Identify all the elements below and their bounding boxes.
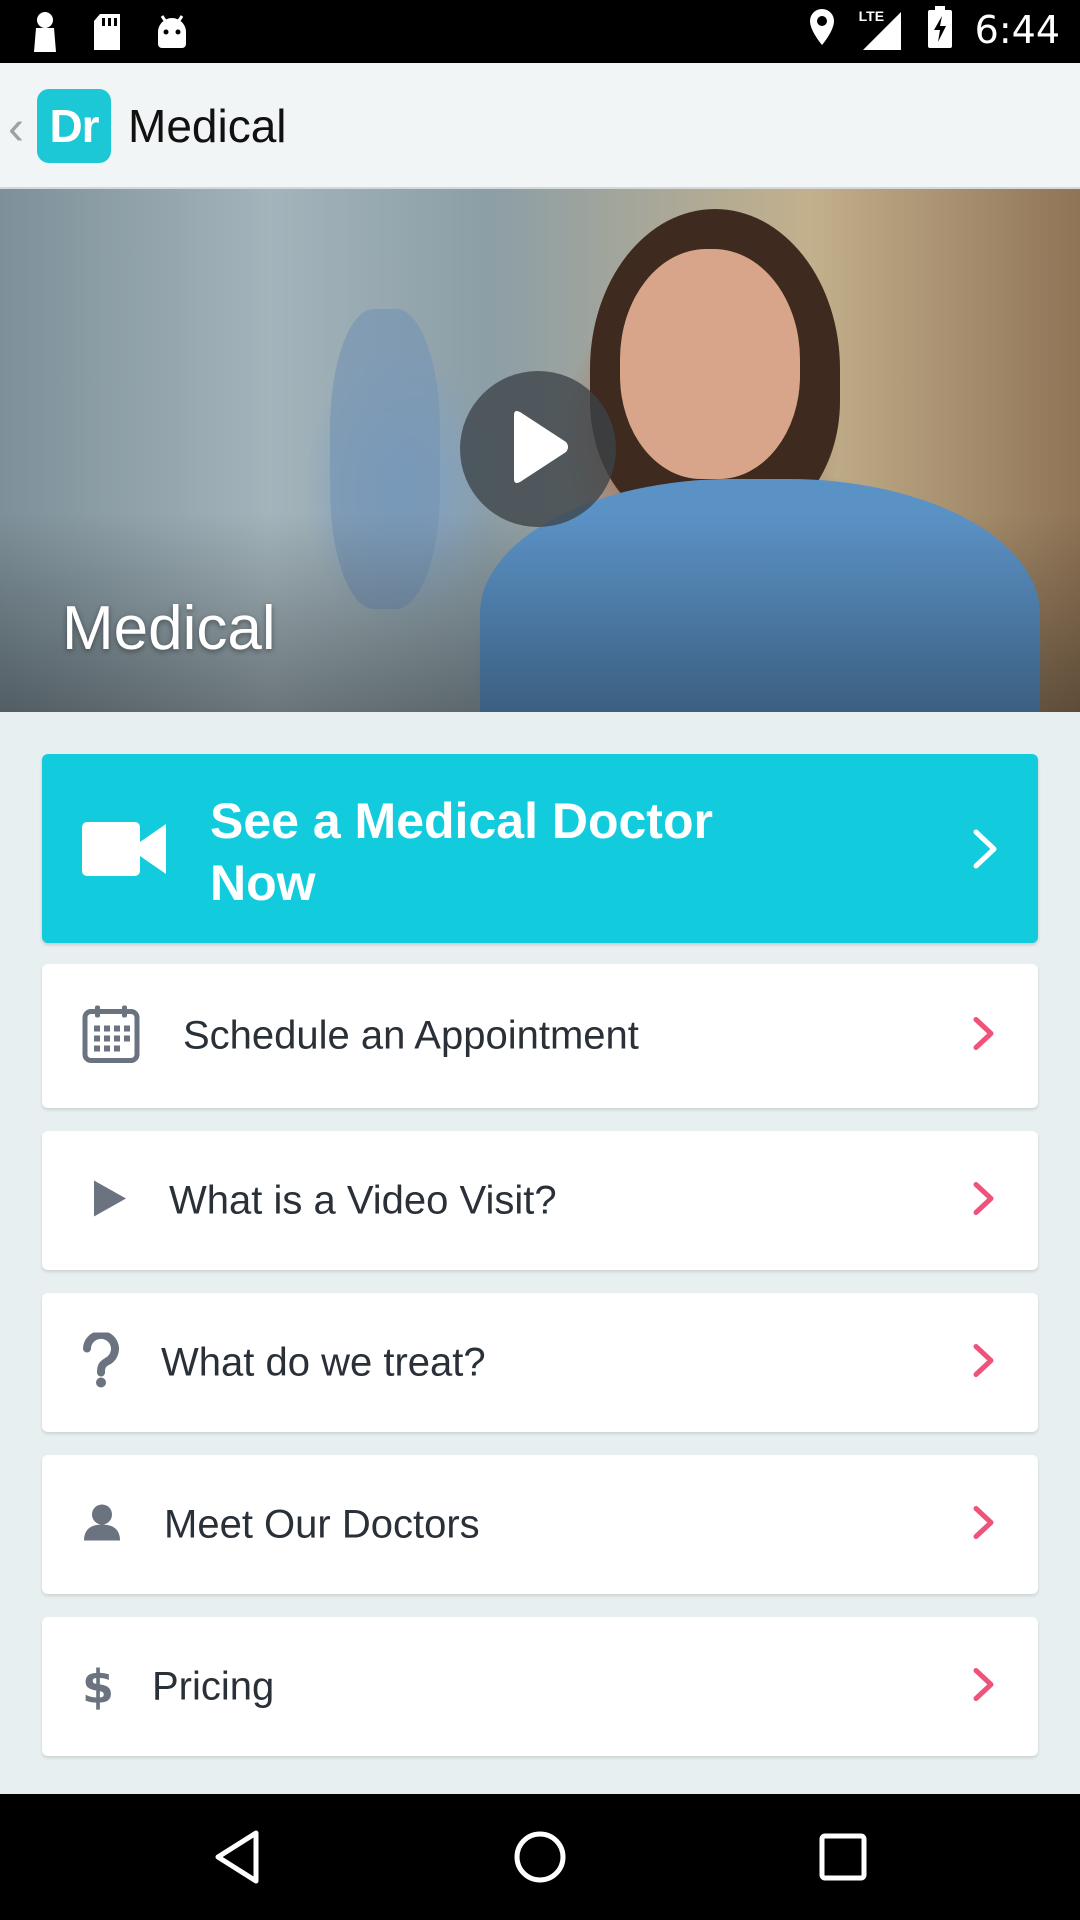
- signal-icon: LTE: [859, 8, 905, 52]
- navigation-bar: [0, 1794, 1080, 1920]
- app-logo[interactable]: Dr: [37, 89, 111, 163]
- see-doctor-now-button[interactable]: See a Medical Doctor Now: [42, 754, 1038, 943]
- back-icon[interactable]: [212, 1829, 262, 1890]
- hero-title: Medical: [62, 594, 276, 663]
- menu-item-label: Pricing: [152, 1664, 275, 1708]
- home-icon[interactable]: [512, 1829, 568, 1890]
- menu-item-meet-doctors[interactable]: Meet Our Doctors: [42, 1455, 1038, 1594]
- play-icon: [92, 1178, 128, 1223]
- sd-card-icon: [90, 12, 124, 57]
- network-type-label: LTE: [858, 7, 885, 24]
- location-icon: [807, 7, 837, 52]
- hero-video[interactable]: Medical: [0, 189, 1080, 712]
- chevron-right-icon: [972, 1180, 996, 1221]
- question-icon: [82, 1330, 120, 1393]
- battery-charging-icon: [927, 6, 953, 53]
- page-title: Medical: [128, 100, 287, 152]
- play-button[interactable]: [460, 371, 616, 527]
- menu-item-pricing[interactable]: $ Pricing: [42, 1617, 1038, 1756]
- person-icon: [82, 1502, 122, 1547]
- video-camera-icon: [82, 820, 168, 883]
- clock: 6:44: [974, 7, 1060, 52]
- menu-item-what-we-treat[interactable]: What do we treat?: [42, 1293, 1038, 1432]
- notification-icon: [30, 10, 60, 59]
- menu-item-label: Meet Our Doctors: [164, 1502, 480, 1546]
- action-bar: ‹ Dr Medical: [0, 63, 1080, 189]
- chevron-right-icon: [972, 1666, 996, 1707]
- menu-item-schedule-appointment[interactable]: Schedule an Appointment: [42, 964, 1038, 1108]
- calendar-icon: [82, 1004, 140, 1069]
- dollar-icon: $: [82, 1659, 115, 1714]
- menu-item-label: Schedule an Appointment: [183, 1013, 639, 1058]
- chevron-right-icon: [972, 828, 1000, 875]
- status-bar: LTE 6:44: [0, 0, 1080, 63]
- logo-text: Dr: [49, 100, 99, 152]
- android-icon: [154, 12, 190, 57]
- back-chevron-icon[interactable]: ‹: [8, 101, 24, 156]
- menu-item-video-visit[interactable]: What is a Video Visit?: [42, 1131, 1038, 1270]
- cta-label: See a Medical Doctor Now: [210, 793, 713, 911]
- chevron-right-icon: [972, 1342, 996, 1383]
- chevron-right-icon: [972, 1504, 996, 1545]
- chevron-right-icon: [972, 1016, 996, 1057]
- play-icon: [506, 409, 570, 490]
- menu-item-label: What is a Video Visit?: [169, 1178, 557, 1222]
- hero-image-face: [620, 249, 800, 479]
- recents-icon[interactable]: [818, 1829, 868, 1890]
- menu-item-label: What do we treat?: [161, 1340, 486, 1384]
